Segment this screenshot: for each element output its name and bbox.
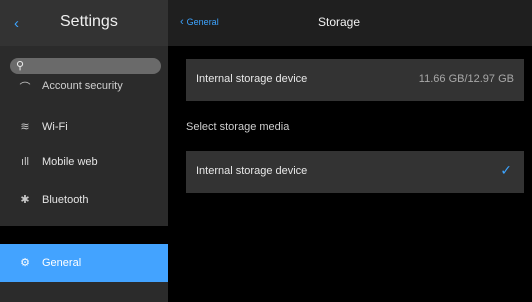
storage-media-label: Internal storage device [196,165,308,177]
page-title: Storage [318,15,361,29]
sidebar-item-label: General [42,257,82,269]
back-icon[interactable]: ‹ [14,14,34,34]
sidebar-item-bluetooth[interactable]: ✱ Bluetooth [0,183,168,219]
sidebar-item-label: Wi-Fi [42,121,68,133]
sidebar-item-label: Mobile web [42,156,98,168]
sidebar-divider [0,226,168,244]
sidebar-header: ‹ Settings [0,0,168,46]
search-icon: ⚲ [16,60,25,72]
main-header: ‹ General Storage [168,0,532,46]
sidebar-item-wifi[interactable]: ≋ Wi-Fi [0,110,168,146]
person-icon: ⌒ [19,82,31,94]
section-label: Select storage media [186,121,290,133]
search-input[interactable]: ⚲ [10,58,161,74]
main-panel: ‹ General Storage Internal storage device… [168,0,532,302]
sidebar-title: Settings [60,13,118,30]
bluetooth-icon: ✱ [20,194,30,206]
sidebar: ‹ Settings ⚲ ⌒ Account security ≋ Wi-Fi … [0,0,168,302]
storage-media-option[interactable]: Internal storage device ✓ [186,151,524,193]
wifi-icon: ≋ [20,121,30,133]
signal-icon: ıll [21,156,29,168]
chevron-left-icon: ‹ [180,16,184,28]
gear-icon: ⚙ [20,257,30,269]
sidebar-item-label: Bluetooth [42,194,89,206]
sidebar-item-general[interactable]: ⚙ General [0,244,168,282]
breadcrumb[interactable]: ‹ General [180,16,219,28]
breadcrumb-label: General [186,17,219,27]
sidebar-item-mobile-web[interactable]: ıll Mobile web [0,145,168,181]
storage-usage-value: 11.66 GB/12.97 GB [418,73,514,85]
storage-info-row: Internal storage device 11.66 GB/12.97 G… [186,59,524,101]
sidebar-item-account-security[interactable]: ⌒ Account security [0,80,168,94]
sidebar-item-label: Account security [42,80,123,92]
storage-device-label: Internal storage device [196,73,308,85]
checkmark-icon: ✓ [500,162,512,178]
sidebar-footer [0,282,168,302]
